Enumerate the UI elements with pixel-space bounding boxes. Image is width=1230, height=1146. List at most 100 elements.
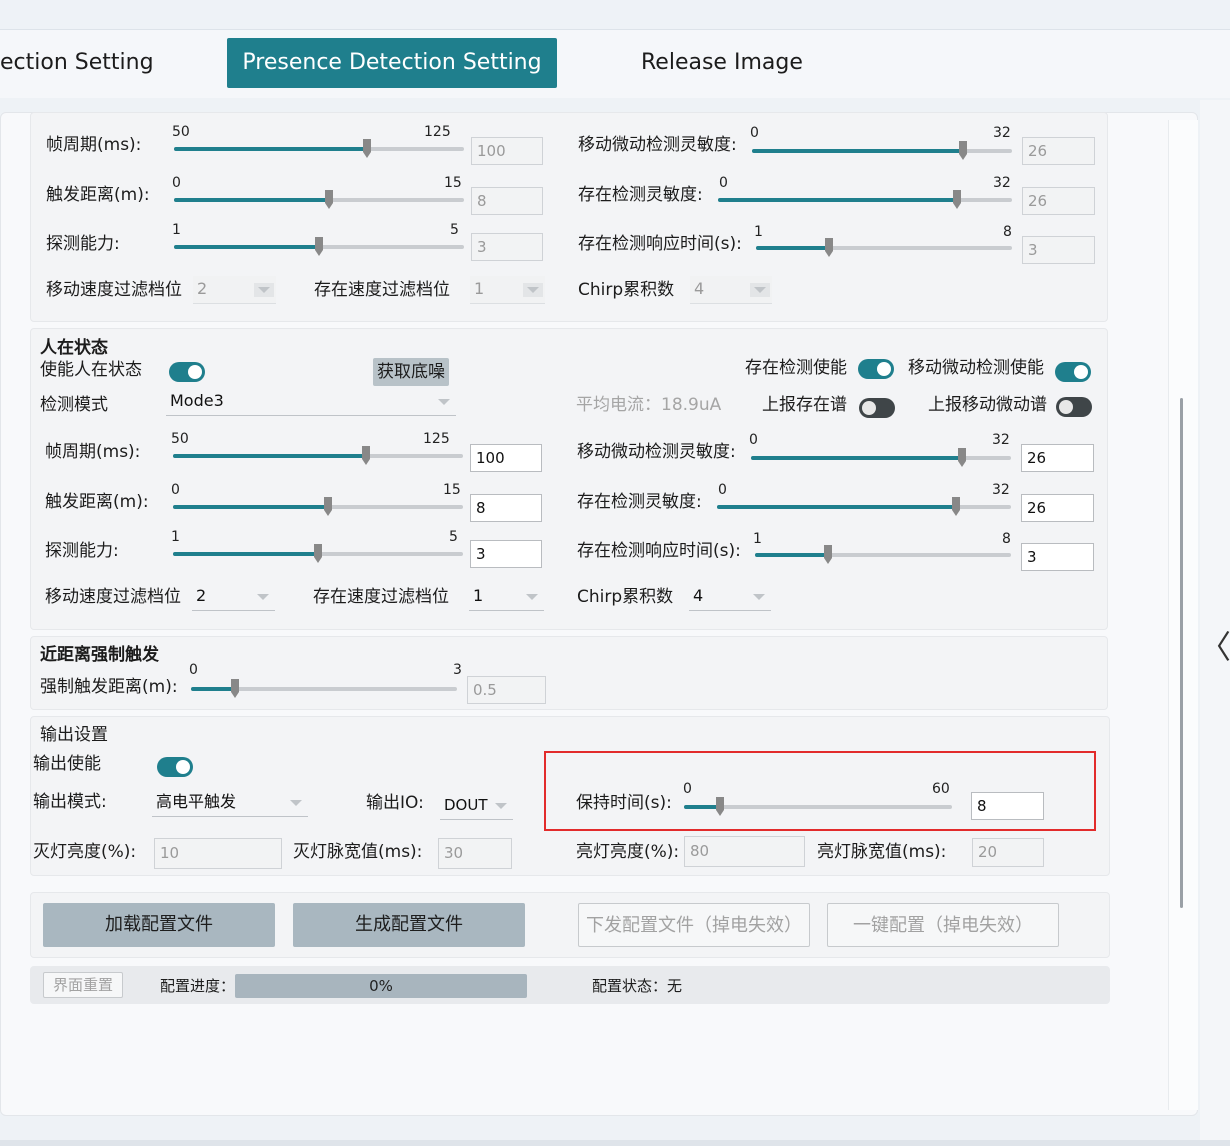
frame-period-slider[interactable] <box>173 446 463 465</box>
slider-handle[interactable] <box>314 544 322 564</box>
presence-speed-filter-dropdown[interactable]: 1 <box>470 276 545 304</box>
slider-handle[interactable] <box>825 238 834 258</box>
scrollbar-thumb[interactable] <box>1180 398 1183 908</box>
trigger-distance-slider[interactable] <box>174 190 464 209</box>
on-brightness-input[interactable]: 80 <box>684 836 805 867</box>
motion-sensitivity-value[interactable]: 26 <box>1022 137 1095 165</box>
presence-response-min: 1 <box>753 531 762 547</box>
detection-ability-value[interactable]: 3 <box>471 233 543 261</box>
motion-sensitivity-input[interactable]: 26 <box>1021 444 1094 472</box>
near-trigger-title: 近距离强制触发 <box>40 645 159 665</box>
output-io-label: 输出IO: <box>366 793 424 813</box>
dropdown-value: 4 <box>694 279 705 298</box>
frame-period-input[interactable]: 100 <box>470 444 542 472</box>
presence-sensitivity-max: 32 <box>992 482 1010 498</box>
slider-handle[interactable] <box>231 679 240 699</box>
chevron-down-icon <box>523 283 543 297</box>
chirp-accum-dropdown[interactable]: 4 <box>689 583 771 611</box>
chevron-down-icon <box>253 590 273 604</box>
hold-time-slider[interactable] <box>684 797 952 816</box>
frame-period-min: 50 <box>172 124 190 140</box>
tab-presence-detection-setting[interactable]: Presence Detection Setting <box>227 38 557 88</box>
send-config-button[interactable]: 下发配置文件（掉电失效） <box>578 903 810 947</box>
trigger-distance-min: 0 <box>172 175 181 191</box>
detection-ability-slider[interactable] <box>173 544 463 563</box>
hold-time-input[interactable]: 8 <box>971 792 1044 820</box>
frame-period-value[interactable]: 100 <box>471 137 543 165</box>
slider-handle[interactable] <box>959 141 968 161</box>
slider-handle[interactable] <box>362 446 371 466</box>
average-current-label: 平均电流：18.9uA <box>576 395 722 415</box>
motion-sensitivity-slider[interactable] <box>752 141 1012 160</box>
frame-period-min: 50 <box>171 431 189 447</box>
presence-response-slider[interactable] <box>756 238 1012 257</box>
chevron-left-icon[interactable]: 〈 <box>1199 622 1230 668</box>
one-click-config-button[interactable]: 一键配置（掉电失效） <box>827 903 1059 947</box>
generate-config-button[interactable]: 生成配置文件 <box>293 903 525 947</box>
presence-speed-filter-dropdown[interactable]: 1 <box>469 583 544 611</box>
slider-handle[interactable] <box>958 448 967 468</box>
trigger-distance-value[interactable]: 8 <box>471 187 543 215</box>
slider-handle[interactable] <box>824 545 833 565</box>
off-pulse-input[interactable]: 30 <box>438 838 512 869</box>
slider-handle[interactable] <box>715 797 724 817</box>
off-brightness-input[interactable]: 10 <box>154 838 282 869</box>
on-pulse-input[interactable]: 20 <box>972 838 1044 867</box>
chevron-down-icon <box>750 283 770 297</box>
report-motion-toggle[interactable] <box>1056 397 1092 417</box>
presence-section-title: 人在状态 <box>40 338 108 358</box>
vertical-scrollbar[interactable] <box>1168 120 1198 1110</box>
force-trigger-distance-value[interactable]: 0.5 <box>467 676 546 704</box>
slider-handle[interactable] <box>323 497 332 517</box>
motion-sensitivity-slider[interactable] <box>751 448 1011 467</box>
output-enable-toggle[interactable] <box>157 757 193 777</box>
trigger-distance-slider[interactable] <box>173 497 463 516</box>
motion-detect-enable-toggle[interactable] <box>1055 362 1091 382</box>
presence-sensitivity-slider[interactable] <box>718 190 1012 209</box>
get-noise-button[interactable]: 获取底噪 <box>373 358 449 386</box>
presence-response-min: 1 <box>754 224 763 240</box>
slider-handle[interactable] <box>315 237 323 257</box>
trigger-distance-input[interactable]: 8 <box>470 494 542 522</box>
slider-handle[interactable] <box>952 190 961 210</box>
tab-detection-setting[interactable]: ection Setting <box>0 38 154 88</box>
output-mode-dropdown[interactable]: 高电平触发 <box>152 789 308 817</box>
chirp-accum-dropdown[interactable]: 4 <box>690 276 772 304</box>
report-motion-label: 上报移动微动谱 <box>928 395 1047 415</box>
presence-sensitivity-slider[interactable] <box>717 497 1011 516</box>
output-io-dropdown[interactable]: DOUT <box>440 792 513 820</box>
presence-state-toggle[interactable] <box>169 362 205 382</box>
dropdown-value: 1 <box>473 586 484 605</box>
frame-period-slider[interactable] <box>174 139 464 158</box>
slider-handle[interactable] <box>363 139 372 159</box>
slider-handle[interactable] <box>951 497 960 517</box>
tab-release-image[interactable]: Release Image <box>641 38 841 88</box>
motion-speed-filter-dropdown[interactable]: 2 <box>193 276 276 304</box>
slider-handle[interactable] <box>324 190 333 210</box>
dropdown-value: 高电平触发 <box>156 792 237 811</box>
output-section-title: 输出设置 <box>40 725 108 745</box>
motion-speed-filter-dropdown[interactable]: 2 <box>192 583 275 611</box>
detect-mode-dropdown[interactable]: Mode3 <box>166 388 456 416</box>
output-mode-label: 输出模式: <box>33 792 107 812</box>
presence-response-input[interactable]: 3 <box>1021 543 1094 571</box>
dropdown-value: 1 <box>474 279 485 298</box>
chirp-accum-label: Chirp累积数 <box>578 280 675 300</box>
presence-sensitivity-value[interactable]: 26 <box>1022 187 1095 215</box>
presence-response-slider[interactable] <box>755 545 1011 564</box>
presence-sensitivity-input[interactable]: 26 <box>1021 494 1094 522</box>
detection-ability-max: 5 <box>449 529 458 545</box>
on-pulse-label: 亮灯脉宽值(ms): <box>817 842 947 862</box>
presence-response-value[interactable]: 3 <box>1022 236 1095 264</box>
trigger-distance-label: 触发距离(m): <box>45 492 149 512</box>
load-config-button[interactable]: 加载配置文件 <box>43 903 275 947</box>
detection-ability-min: 1 <box>171 529 180 545</box>
detection-ability-input[interactable]: 3 <box>470 540 542 568</box>
force-trigger-distance-slider[interactable] <box>191 679 457 698</box>
reset-ui-button[interactable]: 界面重置 <box>43 972 123 998</box>
hold-time-max: 60 <box>932 781 950 797</box>
detection-ability-slider[interactable] <box>174 237 464 256</box>
chirp-accum-label: Chirp累积数 <box>577 587 674 607</box>
report-presence-toggle[interactable] <box>859 398 895 418</box>
presence-detect-enable-toggle[interactable] <box>858 359 894 379</box>
